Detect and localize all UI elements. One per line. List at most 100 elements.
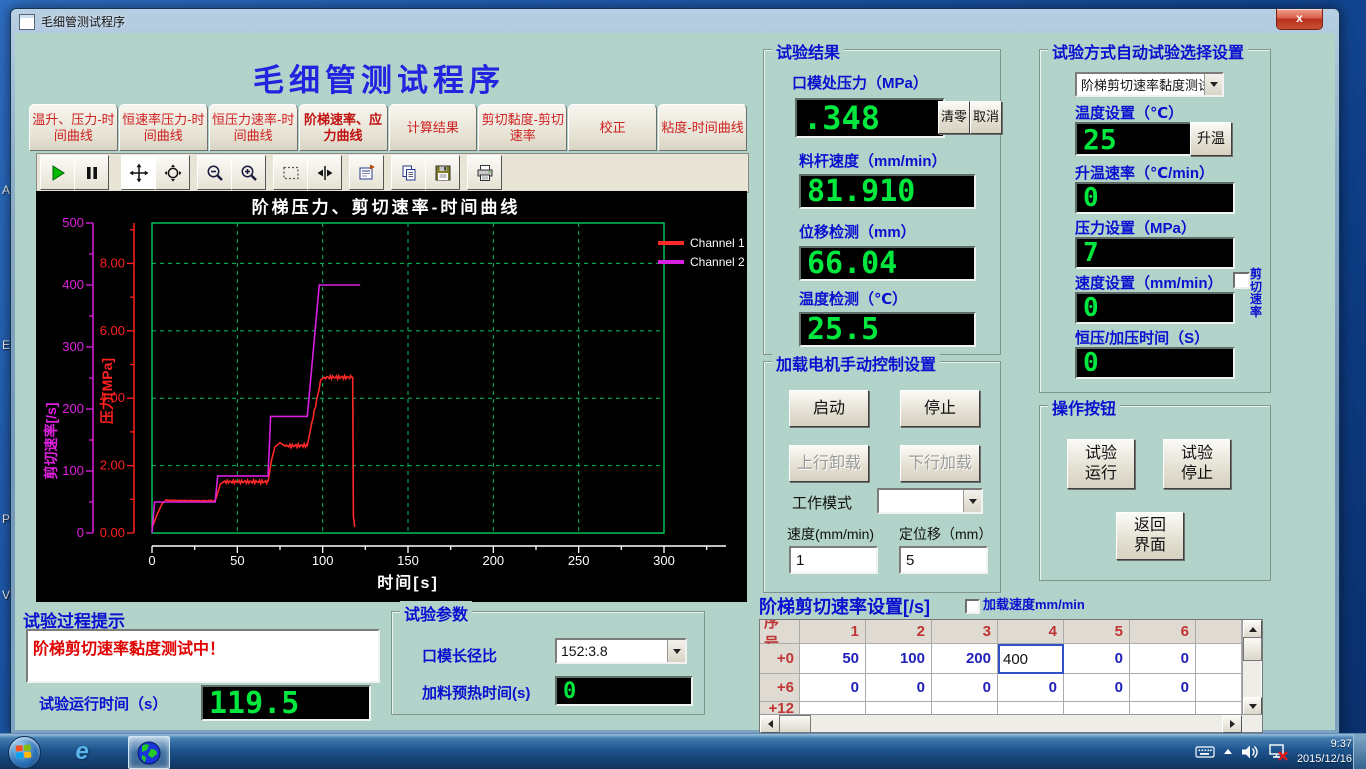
scroll-right-icon[interactable] xyxy=(1222,715,1242,733)
tab-7[interactable]: 粘度-时间曲线 xyxy=(658,104,747,151)
shear-rate-checkbox[interactable] xyxy=(1233,272,1250,289)
zoom-in-icon[interactable] xyxy=(231,155,266,190)
table-cell[interactable]: 0 xyxy=(932,674,998,702)
test-run-button[interactable]: 试验 运行 xyxy=(1067,439,1135,489)
table-cell[interactable]: 0 xyxy=(866,674,932,702)
hidden-icons-chevron-icon[interactable] xyxy=(1224,749,1232,754)
editing-cell[interactable]: 400 xyxy=(998,644,1064,674)
tab-6[interactable]: 校正 xyxy=(568,104,657,151)
return-button[interactable]: 返回 界面 xyxy=(1116,512,1184,560)
zoom-window-icon[interactable] xyxy=(155,155,190,190)
desktop-icon-label: V xyxy=(2,588,10,602)
network-disconnected-icon[interactable] xyxy=(1268,743,1288,761)
test-stop-button[interactable]: 试验 停止 xyxy=(1163,439,1231,489)
vscroll-thumb[interactable] xyxy=(1243,637,1262,661)
zoom-out-icon[interactable] xyxy=(197,155,232,190)
zero-button[interactable]: 清零 xyxy=(938,101,970,134)
table-cell[interactable] xyxy=(998,702,1064,714)
runtime-display: 119.5 xyxy=(201,685,371,721)
jog-speed-input[interactable]: 1 xyxy=(789,546,878,574)
table-cell[interactable]: 0 xyxy=(1064,644,1130,674)
tab-3[interactable]: 阶梯速率、应力曲线 xyxy=(299,104,388,151)
motor-stop-button[interactable]: 停止 xyxy=(900,390,980,427)
fit-axes-icon[interactable] xyxy=(307,155,342,190)
keyboard-icon[interactable] xyxy=(1195,745,1215,759)
table-cell[interactable]: 0 xyxy=(1130,674,1196,702)
chevron-down-icon[interactable] xyxy=(1204,74,1222,95)
svg-text:6.00: 6.00 xyxy=(100,323,125,338)
table-cell[interactable]: 0 xyxy=(800,674,866,702)
svg-text:Channel 2: Channel 2 xyxy=(690,255,745,269)
taskbar-clock[interactable]: 9:37 2015/12/16 xyxy=(1297,737,1352,766)
table-cell[interactable]: 100 xyxy=(866,644,932,674)
table-cell[interactable] xyxy=(1130,702,1196,714)
work-mode-select[interactable] xyxy=(877,488,983,514)
hold-time-label: 恒压/加压时间（S） xyxy=(1075,327,1209,348)
table-cell[interactable] xyxy=(932,702,998,714)
taskbar-ie-icon[interactable]: e xyxy=(62,736,102,767)
tab-4[interactable]: 计算结果 xyxy=(389,104,478,151)
window-titlebar[interactable]: 毛细管测试程序 x xyxy=(11,9,1339,33)
scroll-down-icon[interactable] xyxy=(1243,697,1262,715)
volume-icon[interactable] xyxy=(1241,744,1259,760)
close-button[interactable]: x xyxy=(1276,9,1323,30)
svg-text:0: 0 xyxy=(77,525,84,540)
table-cell[interactable] xyxy=(1064,702,1130,714)
pause-icon[interactable] xyxy=(74,155,109,190)
load-speed-checkbox[interactable] xyxy=(965,599,980,614)
table-hscrollbar[interactable] xyxy=(760,714,1262,732)
table-vscrollbar[interactable] xyxy=(1242,620,1261,714)
print-icon[interactable] xyxy=(467,155,502,190)
table-cell[interactable] xyxy=(866,702,932,714)
copy-icon[interactable] xyxy=(391,155,426,190)
tab-0[interactable]: 温升、压力-时间曲线 xyxy=(29,104,118,151)
properties-icon[interactable] xyxy=(349,155,384,190)
motor-start-button[interactable]: 启动 xyxy=(789,390,869,427)
table-cell[interactable] xyxy=(1196,644,1242,674)
start-button[interactable] xyxy=(8,736,41,769)
step-rate-chart[interactable]: 阶梯压力、剪切速率-时间曲线050100150200250300时间[s]010… xyxy=(36,191,747,602)
scroll-left-icon[interactable] xyxy=(760,715,780,733)
pressure-set-label: 压力设置（MPa） xyxy=(1075,217,1196,238)
table-cell[interactable]: 50 xyxy=(800,644,866,674)
play-icon[interactable] xyxy=(40,155,75,190)
pan-icon[interactable] xyxy=(121,155,156,190)
chevron-down-icon[interactable] xyxy=(667,640,685,662)
column-header-5: 5 xyxy=(1064,620,1130,644)
die-ratio-select[interactable]: 152:3.8 xyxy=(555,638,687,664)
table-cell[interactable] xyxy=(800,702,866,714)
chevron-down-icon[interactable] xyxy=(963,490,981,512)
tab-1[interactable]: 恒速率压力-时间曲线 xyxy=(119,104,208,151)
temperature-label: 温度检测（℃） xyxy=(799,288,907,309)
unload-up-button[interactable]: 上行卸载 xyxy=(789,445,869,482)
desktop-icon-label: P xyxy=(2,512,10,526)
show-desktop-button[interactable] xyxy=(1353,734,1366,769)
table-cell[interactable]: 0 xyxy=(1064,674,1130,702)
table-cell[interactable] xyxy=(1196,674,1242,702)
hscroll-thumb[interactable] xyxy=(779,715,811,733)
test-mode-select[interactable]: 阶梯剪切速率黏度测试 xyxy=(1075,72,1224,97)
tab-2[interactable]: 恒压力速率-时间曲线 xyxy=(209,104,298,151)
select-rect-icon[interactable] xyxy=(273,155,308,190)
travel-input[interactable]: 5 xyxy=(899,546,988,574)
motor-panel: 加载电机手动控制设置 启动 停止 上行卸载 下行加载 工作模式 速度(mm/mi… xyxy=(763,361,1001,593)
cancel-button[interactable]: 取消 xyxy=(970,101,1002,134)
operation-panel: 操作按钮 试验 运行 试验 停止 返回 界面 xyxy=(1039,405,1271,581)
tab-5[interactable]: 剪切黏度-剪切速率 xyxy=(478,104,567,151)
heat-up-button[interactable]: 升温 xyxy=(1190,122,1232,156)
svg-text:400: 400 xyxy=(62,277,84,292)
svg-text:剪切速率[/s]: 剪切速率[/s] xyxy=(43,403,59,480)
results-panel-title: 试验结果 xyxy=(772,39,844,63)
save-icon[interactable] xyxy=(425,155,460,190)
load-down-button[interactable]: 下行加载 xyxy=(900,445,980,482)
table-cell[interactable] xyxy=(1196,702,1242,714)
column-header-4: 4 xyxy=(998,620,1064,644)
taskbar-app-icon[interactable] xyxy=(128,736,170,769)
table-cell[interactable]: 0 xyxy=(1130,644,1196,674)
die-ratio-value: 152:3.8 xyxy=(557,643,667,659)
svg-text:150: 150 xyxy=(397,553,419,568)
desktop: AEPV 毛细管测试程序 x 毛细管测试程序 温升、压力-时间曲线恒速率压力-时… xyxy=(0,0,1366,768)
table-cell[interactable]: 200 xyxy=(932,644,998,674)
scroll-up-icon[interactable] xyxy=(1243,620,1262,638)
table-cell[interactable]: 0 xyxy=(998,674,1064,702)
